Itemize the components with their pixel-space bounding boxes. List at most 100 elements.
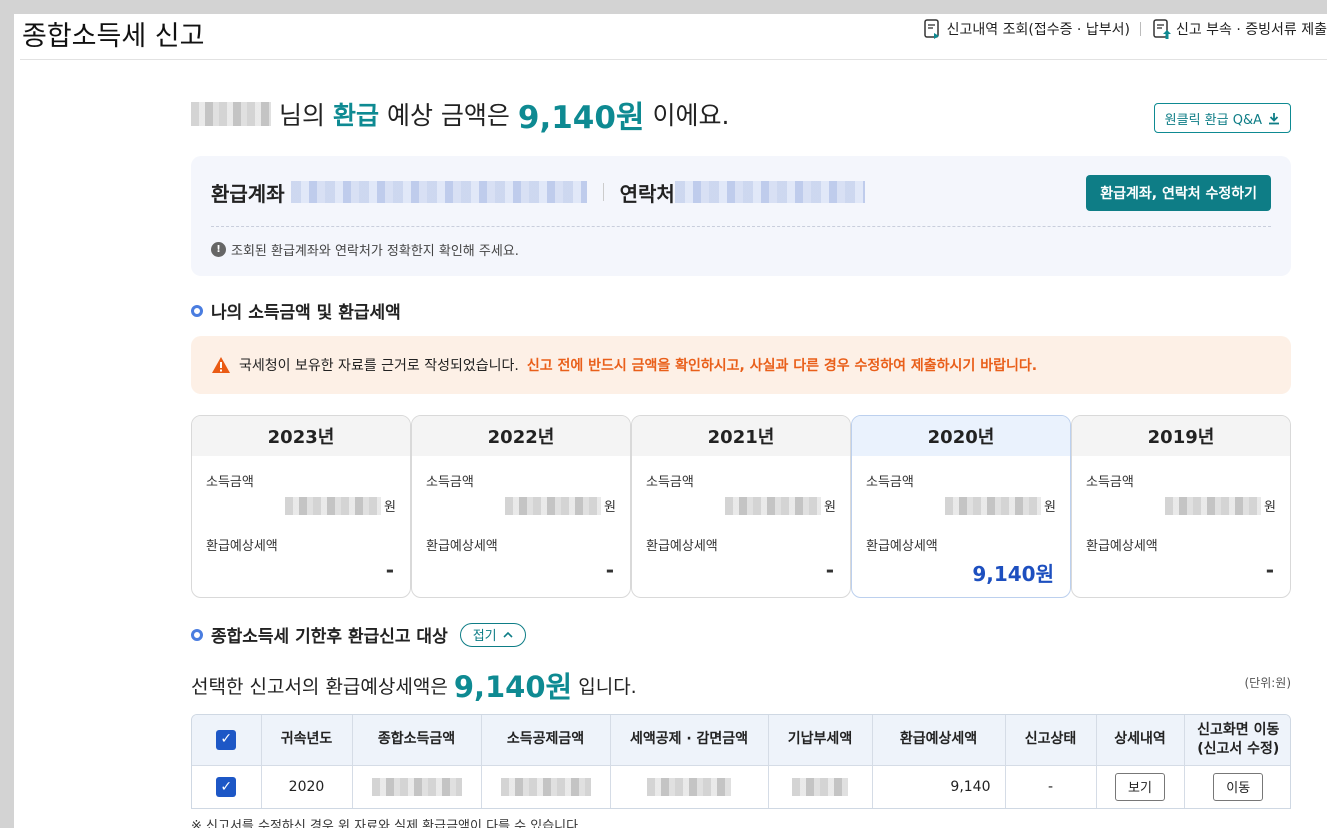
greeting-refund-word: 환급 [332,101,379,130]
detail-view-button[interactable]: 보기 [1115,772,1165,801]
income-label: 소득금액 [206,475,254,490]
info-icon: ! [211,242,226,257]
account-note-text: 조회된 환급계좌와 연락처가 정확한지 확인해 주세요. [231,244,519,259]
refund-tax-value: - [825,558,834,582]
column-header: 신고상태 [1005,715,1097,766]
cell-move: 이동 [1184,765,1290,808]
warning-triangle-icon [212,357,230,373]
unit-label: (단위:원) [1244,676,1291,690]
column-header: 세액공제 · 감면금액 [610,715,769,766]
selected-refund-amount: 9,140원 [453,670,573,704]
header-links: 신고내역 조회(접수증 · 납부서) 신고 부속 · 증빙서류 제출 [922,18,1327,40]
column-header: 상세내역 [1096,715,1185,766]
greeting-amount: 9,140원 [517,99,645,136]
select-all-header: ✓ [192,715,262,766]
section-income-refund-title: 나의 소득금액 및 환급세액 [211,303,401,323]
account-dashed-divider [211,226,1271,227]
refund-tax-label: 환급예상세액 [1086,539,1158,554]
year-card-2019[interactable]: 2019년 소득금액 원 환급예상세액 - [1071,415,1291,598]
account-divider [602,183,604,201]
greeting-end: 이에요. [652,101,730,130]
masked-value [792,777,848,796]
masked-value [371,777,462,796]
year-card-title: 2021년 [632,416,850,456]
fold-button[interactable]: 접기 [459,622,526,647]
refund-account-box: 환급계좌 연락처 환급계좌, 연락처 수정하기 ! 조회된 환급계좌와 연락처가… [191,156,1291,276]
refund-tax-label: 환급예상세액 [866,539,938,554]
bullet-ring-icon [191,304,203,317]
year-card-2023[interactable]: 2023년 소득금액 원 환급예상세액 - [191,415,411,598]
year-card-2020[interactable]: 2020년 소득금액 원 환급예상세액 9,140원 [851,415,1071,598]
filing-history-link[interactable]: 신고내역 조회(접수증 · 납부서) [922,18,1130,40]
column-header-line2: (신고서 수정) [1197,740,1280,757]
cell-total-income [352,765,482,808]
income-unit: 원 [604,500,616,515]
edit-account-contact-button[interactable]: 환급계좌, 연락처 수정하기 [1086,175,1271,211]
refund-tax-label: 환급예상세액 [646,539,718,554]
income-unit: 원 [384,500,396,515]
refund-greeting: 님의 환급 예상 금액은 9,140원 이에요. [191,94,730,136]
selected-refund-suffix: 입니다. [578,675,637,698]
cell-prepaid-tax [768,765,873,808]
refund-qa-button[interactable]: 원클릭 환급 Q&A [1153,103,1291,133]
year-card-2022[interactable]: 2022년 소득금액 원 환급예상세액 - [411,415,631,598]
income-value: 원 [725,496,836,515]
warning-box: 국세청이 보유한 자료를 근거로 작성되었습니다. 신고 전에 반드시 금액을 … [191,336,1291,394]
section-late-filing: 종합소득세 기한후 환급신고 대상 접기 [191,622,526,647]
section-income-refund: 나의 소득금액 및 환급세액 [191,298,401,323]
column-header: 소득공제금액 [481,715,611,766]
cell-tax-credit [610,765,769,808]
page: 종합소득세 신고 신고내역 조회(접수증 · 납부서) 신고 부속 · 증빙서류… [14,14,1327,828]
income-label: 소득금액 [866,475,914,490]
table-footnote: ※ 신고서를 수정하신 경우 위 자료와 실제 환급금액이 다를 수 있습니다. [191,819,583,828]
section-late-filing-title: 종합소득세 기한후 환급신고 대상 [211,627,448,647]
masked-name [191,102,271,126]
row-checkbox[interactable]: ✓ [216,776,237,797]
page-title: 종합소득세 신고 [22,21,205,52]
table-row: ✓ 2020 9,140 - 보기 이동 [192,765,1290,808]
income-value: 원 [285,496,396,515]
masked-income [945,496,1042,515]
bullet-ring-icon [191,628,203,641]
refund-tax-value: - [605,558,614,582]
refund-tax-label: 환급예상세액 [206,539,278,554]
refund-qa-label: 원클릭 환급 Q&A [1164,112,1262,128]
select-all-checkbox[interactable]: ✓ [216,729,237,750]
refund-tax-label: 환급예상세액 [426,539,498,554]
column-header: 종합소득금액 [352,715,482,766]
greeting-name-suffix: 님의 [279,101,326,130]
row-select-cell: ✓ [192,765,262,808]
filing-history-label: 신고내역 조회(접수증 · 납부서) [946,22,1130,38]
refund-tax-value: - [385,558,394,582]
selected-refund-prefix: 선택한 신고서의 환급예상세액은 [191,675,448,698]
column-header-line1: 신고화면 이동 [1197,721,1280,738]
greeting-middle: 예상 금액은 [386,101,510,130]
income-unit: 원 [1044,500,1056,515]
masked-account [290,181,587,203]
refund-tax-value: - [1265,558,1274,582]
year-cards: 2023년 소득금액 원 환급예상세액 - 2022년 소득금액 원 환급예상세… [191,415,1291,598]
masked-income [1165,496,1262,515]
masked-income [505,496,602,515]
chevron-up-icon [503,631,513,638]
masked-contact [674,181,865,203]
income-label: 소득금액 [426,475,474,490]
income-label: 소득금액 [646,475,694,490]
account-label: 환급계좌 [211,181,285,206]
move-button[interactable]: 이동 [1213,772,1264,801]
income-unit: 원 [824,500,836,515]
refund-tax-value: 9,140원 [972,562,1054,586]
submit-documents-link[interactable]: 신고 부속 · 증빙서류 제출 [1151,18,1327,40]
cell-refund: 9,140 [872,765,1006,808]
income-value: 원 [505,496,616,515]
fold-button-label: 접기 [472,629,497,644]
cell-status: - [1005,765,1097,808]
masked-value [647,777,731,796]
income-unit: 원 [1264,500,1276,515]
contact-label: 연락처 [619,181,675,206]
document-check-icon [923,19,939,39]
column-header: 환급예상세액 [872,715,1006,766]
cell-detail: 보기 [1096,765,1185,808]
year-card-2021[interactable]: 2021년 소득금액 원 환급예상세액 - [631,415,851,598]
document-upload-icon [1153,19,1171,39]
